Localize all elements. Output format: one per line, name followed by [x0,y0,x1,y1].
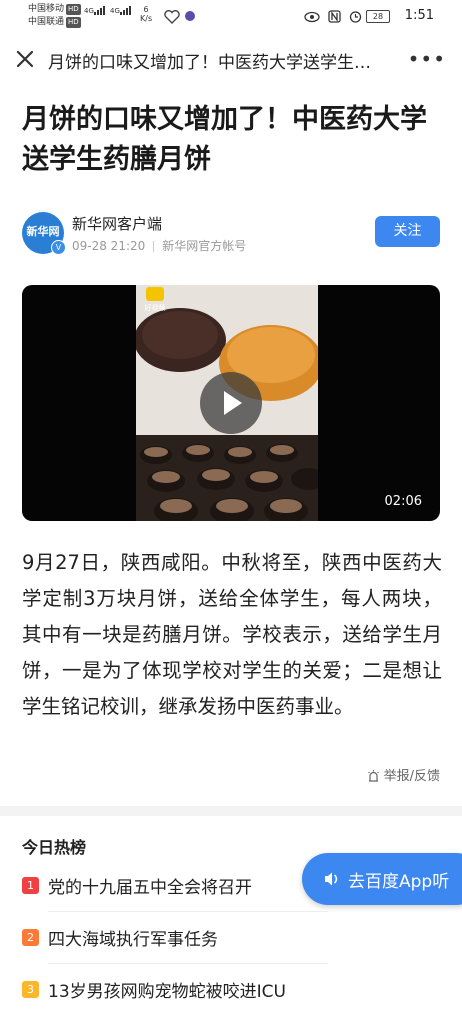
speaker-icon [325,872,338,886]
carrier-2: 中国联通 HD [28,17,81,28]
rank-badge: 1 [22,877,39,894]
status-icons [304,9,362,23]
alarm-icon [349,11,362,23]
health-icon [164,10,180,24]
listen-in-app-button[interactable]: 去百度App听 [302,853,462,905]
author-name[interactable]: 新华网客户端 [72,213,162,234]
rank-badge: 2 [22,929,39,946]
hot-item-text: 四大海域执行军事任务 [48,930,218,950]
nav-title: 月饼的口味又增加了！中医药大学送学生… [48,53,371,73]
section-divider [0,806,462,816]
video-duration: 02:06 [384,494,422,509]
avatar-text: 新华网 [26,225,60,238]
report-feedback-link[interactable]: 举报/反馈 [367,765,440,784]
video-player[interactable]: 好视频 02:06 [22,285,440,521]
hot-item-text: 党的十九届五中全会将召开 [48,878,252,898]
clock: 1:51 [404,8,434,23]
carrier-1: 中国移动 HD [28,4,81,15]
article-headline: 月饼的口味又增加了！中医药大学送学生药膳月饼 [22,104,427,175]
account-type: 新华网官方帐号 [162,239,247,253]
close-icon[interactable] [12,46,38,72]
author-meta: 09-28 21:20 新华网官方帐号 [72,237,246,254]
network-speed: 6 K/s [140,5,153,23]
verified-icon: V [51,240,66,255]
author-row: 新华网 V 新华网客户端 09-28 21:20 新华网官方帐号 关注 [22,210,442,258]
hot-list-title: 今日热榜 [22,838,87,857]
hot-item-text: 13岁男孩网购宠物蛇被咬进ICU [48,982,286,1002]
play-button[interactable] [200,372,262,434]
signal-icon: 4G [84,6,106,15]
publish-date: 09-28 21:20 [72,239,146,253]
nav-bar: 月饼的口味又增加了！中医药大学送学生… ••• [0,34,462,86]
hot-list-item[interactable]: 2 四大海域执行军事任务 [22,914,442,964]
eye-icon [304,11,320,22]
avatar[interactable]: 新华网 V [22,212,66,255]
report-label: 举报/反馈 [383,769,440,784]
article-body: 9月27日，陕西咸阳。中秋将至，陕西中医药大学定制3万块月饼，送给全体学生，每人… [22,551,442,718]
status-bar: 中国移动 HD 中国联通 HD 4G 4G 6 K/s 28 1:51 [0,0,462,34]
follow-button[interactable]: 关注 [375,216,440,247]
listen-button-label: 去百度App听 [348,872,450,892]
hot-list-item[interactable]: 3 13岁男孩网购宠物蛇被咬进ICU [22,966,442,1016]
battery-indicator: 28 [366,10,390,23]
report-icon [367,770,379,782]
app-notification-icon [185,11,195,21]
more-options-button[interactable]: ••• [408,47,446,71]
nfc-icon [328,10,341,23]
rank-badge: 3 [22,981,39,998]
signal-icon-2: 4G [110,6,132,15]
video-watermark: 好视频 [145,303,166,312]
